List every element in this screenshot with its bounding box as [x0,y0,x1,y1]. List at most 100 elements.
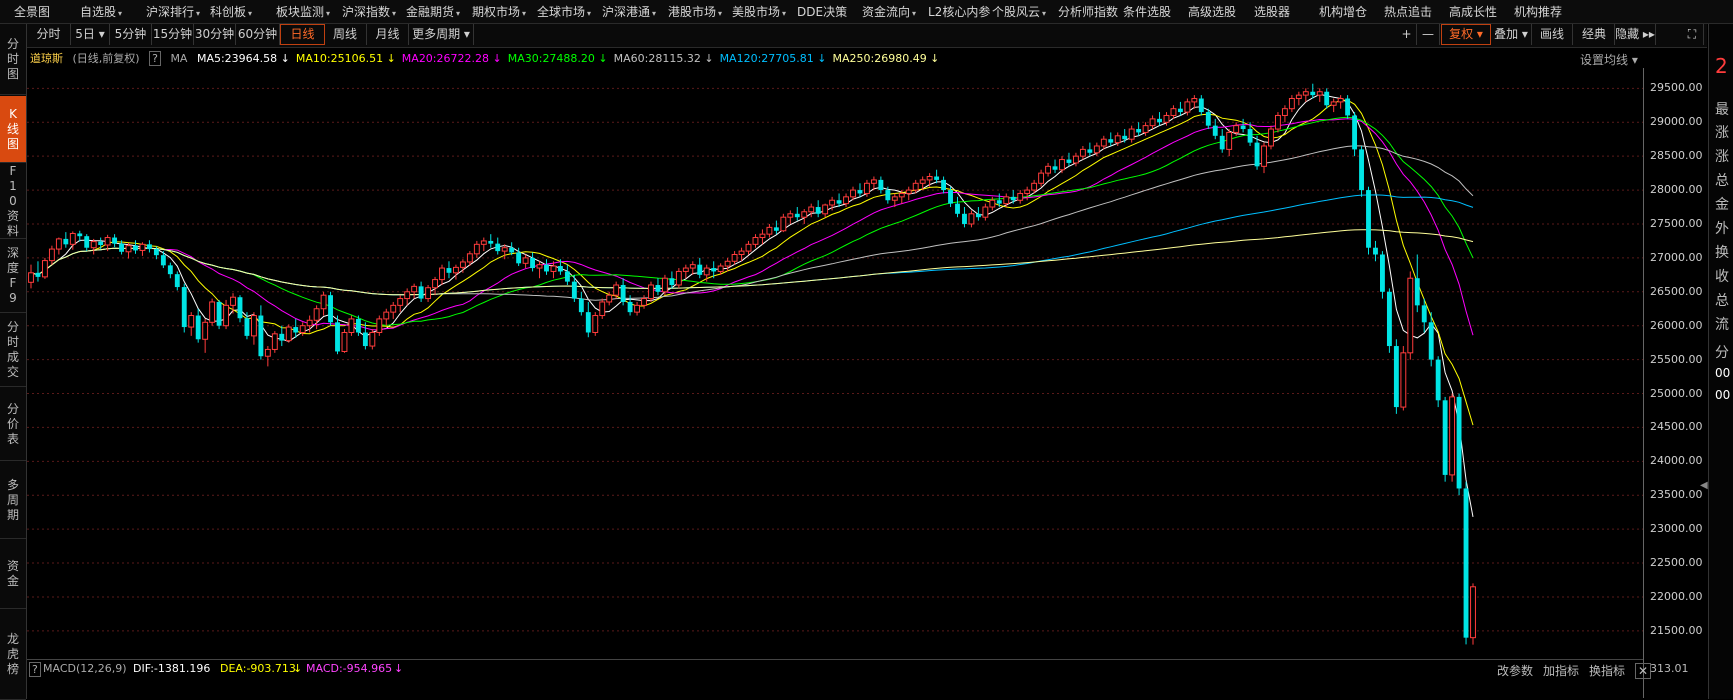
kline-chart[interactable]: 29568.5721297.88 [27,68,1643,658]
left-tab-8[interactable]: 龙虎榜 [0,610,26,700]
candle-body [1386,291,1392,347]
close-icon[interactable]: ✕ [1635,663,1652,679]
period-tab-6[interactable]: 日线 [280,24,325,45]
period-tab-1[interactable]: 5日 ▾ [71,24,110,45]
menu-20[interactable]: 机构增仓 [1319,3,1367,20]
candle-body [1247,129,1253,143]
candle-body [1031,182,1038,191]
menu-7[interactable]: 期权市场 ▾ [472,3,526,20]
period-tab-2[interactable]: 5分钟 [110,24,152,45]
candle-body [1128,128,1135,140]
menu-2[interactable]: 沪深排行 ▾ [146,3,200,20]
candle-body [133,245,138,251]
period-tab-3[interactable]: 15分钟 [152,24,194,45]
toolbar-right-6[interactable]: 隐藏 ▸▸ [1615,24,1656,45]
macd-dea: DEA:-903.713 [220,662,296,675]
candle-body [77,233,83,237]
period-tab-9[interactable]: 更多周期 ▾ [409,24,474,45]
candle-body [90,241,97,249]
candle-body [432,279,438,289]
macd-action-button[interactable]: 改参数 [1497,664,1533,678]
menu-6[interactable]: 金融期货 ▾ [406,3,460,20]
candle-body [1366,190,1371,248]
candle-body [878,179,884,191]
left-tab-4[interactable]: 分时成交 [0,314,26,387]
menu-17[interactable]: 条件选股 [1123,3,1171,20]
candle-body [209,301,216,323]
toolbar-right-7[interactable]: ⛶ [1681,24,1704,45]
candle-body [362,332,368,347]
candle-body [794,213,800,218]
period-tab-0[interactable]: 分时 [27,24,71,45]
menu-10[interactable]: 港股市场 ▾ [668,3,722,20]
menu-13[interactable]: 资金流向 ▾ [862,3,916,20]
menu-19[interactable]: 选股器 [1254,3,1290,20]
macd-help-button[interactable]: ? [29,662,41,677]
toolbar-right-4[interactable]: 画线 [1532,24,1573,45]
candle-body [125,245,132,253]
candle-body [1373,247,1378,255]
period-tab-7[interactable]: 周线 [324,24,367,45]
candle-body [948,190,953,204]
period-tab-4[interactable]: 30分钟 [194,24,236,45]
menu-1[interactable]: 自选股 ▾ [80,3,122,20]
top-menu-bar: 全景图 自选股 ▾ 沪深排行 ▾ 科创板 ▾ 板块监测 ▾ 沪深指数 ▾ 金融期货 ▾ 期权市场 ▾ 全球市场… [0,0,1733,24]
candle-body [55,238,62,250]
menu-15[interactable]: 个股风云 ▾ [992,3,1046,20]
toolbar-right-1[interactable]: — [1417,24,1440,45]
left-tab-0[interactable]: 分时图 [0,24,26,95]
left-tab-1[interactable]: K线图 [0,96,26,163]
menu-22[interactable]: 高成长性 [1449,3,1497,20]
menu-18[interactable]: 高级选股 [1188,3,1236,20]
left-tab-3[interactable]: 深度F9 [0,240,26,313]
toolbar-right-5[interactable]: 经典 [1574,24,1615,45]
candle-body [989,199,996,208]
menu-label: 港股市场 [668,5,717,19]
left-tab-7[interactable]: 资金 [0,540,26,609]
candle-body [655,285,661,292]
menu-16[interactable]: 分析师指数 [1058,3,1118,20]
menu-3[interactable]: 科创板 ▾ [210,3,252,20]
left-tab-5[interactable]: 分价表 [0,388,26,461]
candle-body [926,176,933,181]
menu-label: 高级选股 [1188,5,1237,19]
menu-9[interactable]: 沪深港通 ▾ [602,3,656,20]
legend-help-button[interactable]: ? [149,51,161,66]
collapse-panel-icon[interactable]: ◀ [1700,480,1708,504]
candle-body [439,267,445,281]
menu-4[interactable]: 板块监测 ▾ [276,3,330,20]
menu-8[interactable]: 全球市场 ▾ [537,3,591,20]
candle-body [724,260,731,267]
menu-23[interactable]: 机构推荐 [1514,3,1562,20]
candle-body [606,294,613,303]
candle-body [1059,159,1065,171]
ma-legend-item: MA10:25106.51 ↓ [295,52,396,65]
toolbar-right-3[interactable]: 叠加 ▾ [1491,24,1532,45]
quote-panel-item: 流 [1715,317,1729,333]
period-tab-8[interactable]: 月线 [367,24,409,45]
set-ma-button[interactable]: 设置均线 ▾ [1580,51,1638,68]
candle-body [1198,98,1204,113]
candle-body [711,268,717,272]
menu-5[interactable]: 沪深指数 ▾ [342,3,396,20]
toolbar-right-0[interactable]: + [1397,24,1417,45]
menu-14[interactable]: L2核心内参 [928,3,990,20]
toolbar-right-2[interactable]: 复权 ▾ [1441,24,1491,45]
candle-body [703,267,710,276]
candle-body [1003,196,1010,205]
left-tab-2[interactable]: F10资料 [0,164,26,239]
macd-action-button[interactable]: 加指标 [1543,664,1579,678]
menu-0[interactable]: 全景图 [14,3,50,20]
candle-body [1345,98,1351,116]
menu-11[interactable]: 美股市场 ▾ [732,3,786,20]
menu-12[interactable]: DDE决策 [797,3,847,20]
candle-body [1017,192,1024,201]
candle-body [328,295,333,323]
candle-body [63,238,69,245]
left-tab-6[interactable]: 多周期 [0,462,26,539]
menu-label: 沪深港通 [602,5,651,19]
period-tab-5[interactable]: 60分钟 [236,24,280,45]
candle-body [48,248,55,262]
macd-action-button[interactable]: 换指标 [1589,664,1625,678]
menu-21[interactable]: 热点追击 [1384,3,1432,20]
